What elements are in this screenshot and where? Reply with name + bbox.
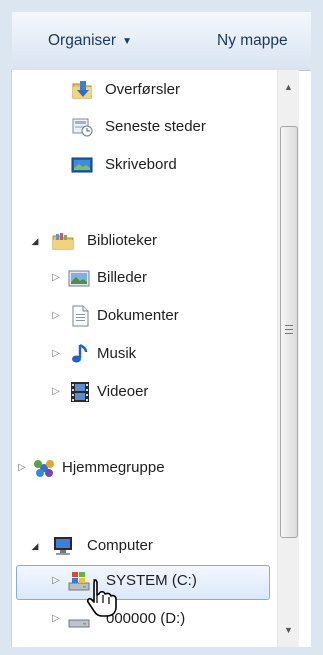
collapsed-arrow-icon[interactable]: ▷ [50,573,62,589]
computer-icon [52,535,74,557]
nav-item-label: SYSTEM (C:) [106,572,197,589]
documents-icon [69,305,91,327]
hand-cursor-icon [85,578,119,618]
nav-item-label: Biblioteker [87,232,158,249]
navigation-pane: Overførsler Seneste steder Skrivebord ◢ … [12,70,287,647]
nav-item-documents[interactable]: ▷ Dokumenter [12,299,287,333]
nav-item-drive-d[interactable]: ▷ 000000 (D:) [12,602,287,636]
nav-item-label: Seneste steder [105,118,206,135]
window-frame-right [311,0,323,655]
command-bar: Organiser ▼ Ny mappe [12,12,311,71]
nav-item-desktop[interactable]: Skrivebord [12,148,287,182]
desktop-icon [71,154,93,176]
collapsed-arrow-icon[interactable]: ▷ [16,460,28,476]
chevron-down-icon: ▼ [122,36,132,47]
nav-item-label: Musik [97,345,137,362]
nav-item-system-drive[interactable]: ▷ SYSTEM (C:) [12,564,287,600]
videos-icon [69,381,91,403]
nav-item-label: Dokumenter [97,307,179,324]
collapsed-arrow-icon[interactable]: ▷ [50,611,62,627]
new-folder-button[interactable]: Ny mappe [217,12,288,70]
expanded-arrow-icon[interactable]: ◢ [29,538,41,554]
scrollbar-grip-icon [285,325,293,334]
collapsed-arrow-icon[interactable]: ▷ [50,346,62,362]
organise-button[interactable]: Organiser ▼ [48,12,132,70]
libraries-icon [52,230,74,252]
nav-item-pictures[interactable]: ▷ Billeder [12,261,287,295]
nav-item-label: Hjemmegruppe [62,459,165,476]
pictures-icon [68,267,90,289]
organise-label: Organiser [48,32,117,49]
recent-places-icon [71,116,93,138]
nav-item-label: Skrivebord [105,156,177,173]
nav-item-label: Computer [87,537,153,554]
nav-item-libraries[interactable]: ◢ Biblioteker [12,224,287,258]
music-icon [69,343,91,365]
scroll-down-arrow-icon[interactable]: ▼ [278,619,299,641]
expanded-arrow-icon[interactable]: ◢ [29,233,41,249]
nav-item-label: Overførsler [105,81,180,98]
collapsed-arrow-icon[interactable]: ▷ [50,270,62,286]
homegroup-icon [33,457,55,479]
nav-item-music[interactable]: ▷ Musik [12,337,287,371]
downloads-folder-icon [71,79,93,101]
nav-item-computer[interactable]: ◢ Computer [12,529,287,563]
nav-item-downloads[interactable]: Overførsler [12,73,287,107]
collapsed-arrow-icon[interactable]: ▷ [50,384,62,400]
scrollbar-thumb[interactable] [280,126,298,538]
nav-item-recent-places[interactable]: Seneste steder [12,110,287,144]
nav-item-videos[interactable]: ▷ Videoer [12,375,287,409]
vertical-scrollbar[interactable]: ▲ ▼ [277,70,299,647]
new-folder-label: Ny mappe [217,32,288,49]
nav-item-label: Billeder [97,269,148,286]
nav-item-homegroup[interactable]: ▷ Hjemmegruppe [12,451,287,485]
window-frame-bottom [0,647,323,655]
collapsed-arrow-icon[interactable]: ▷ [50,308,62,324]
nav-item-label: Videoer [97,383,149,400]
scroll-up-arrow-icon[interactable]: ▲ [278,76,299,98]
window-frame-top [0,0,323,12]
